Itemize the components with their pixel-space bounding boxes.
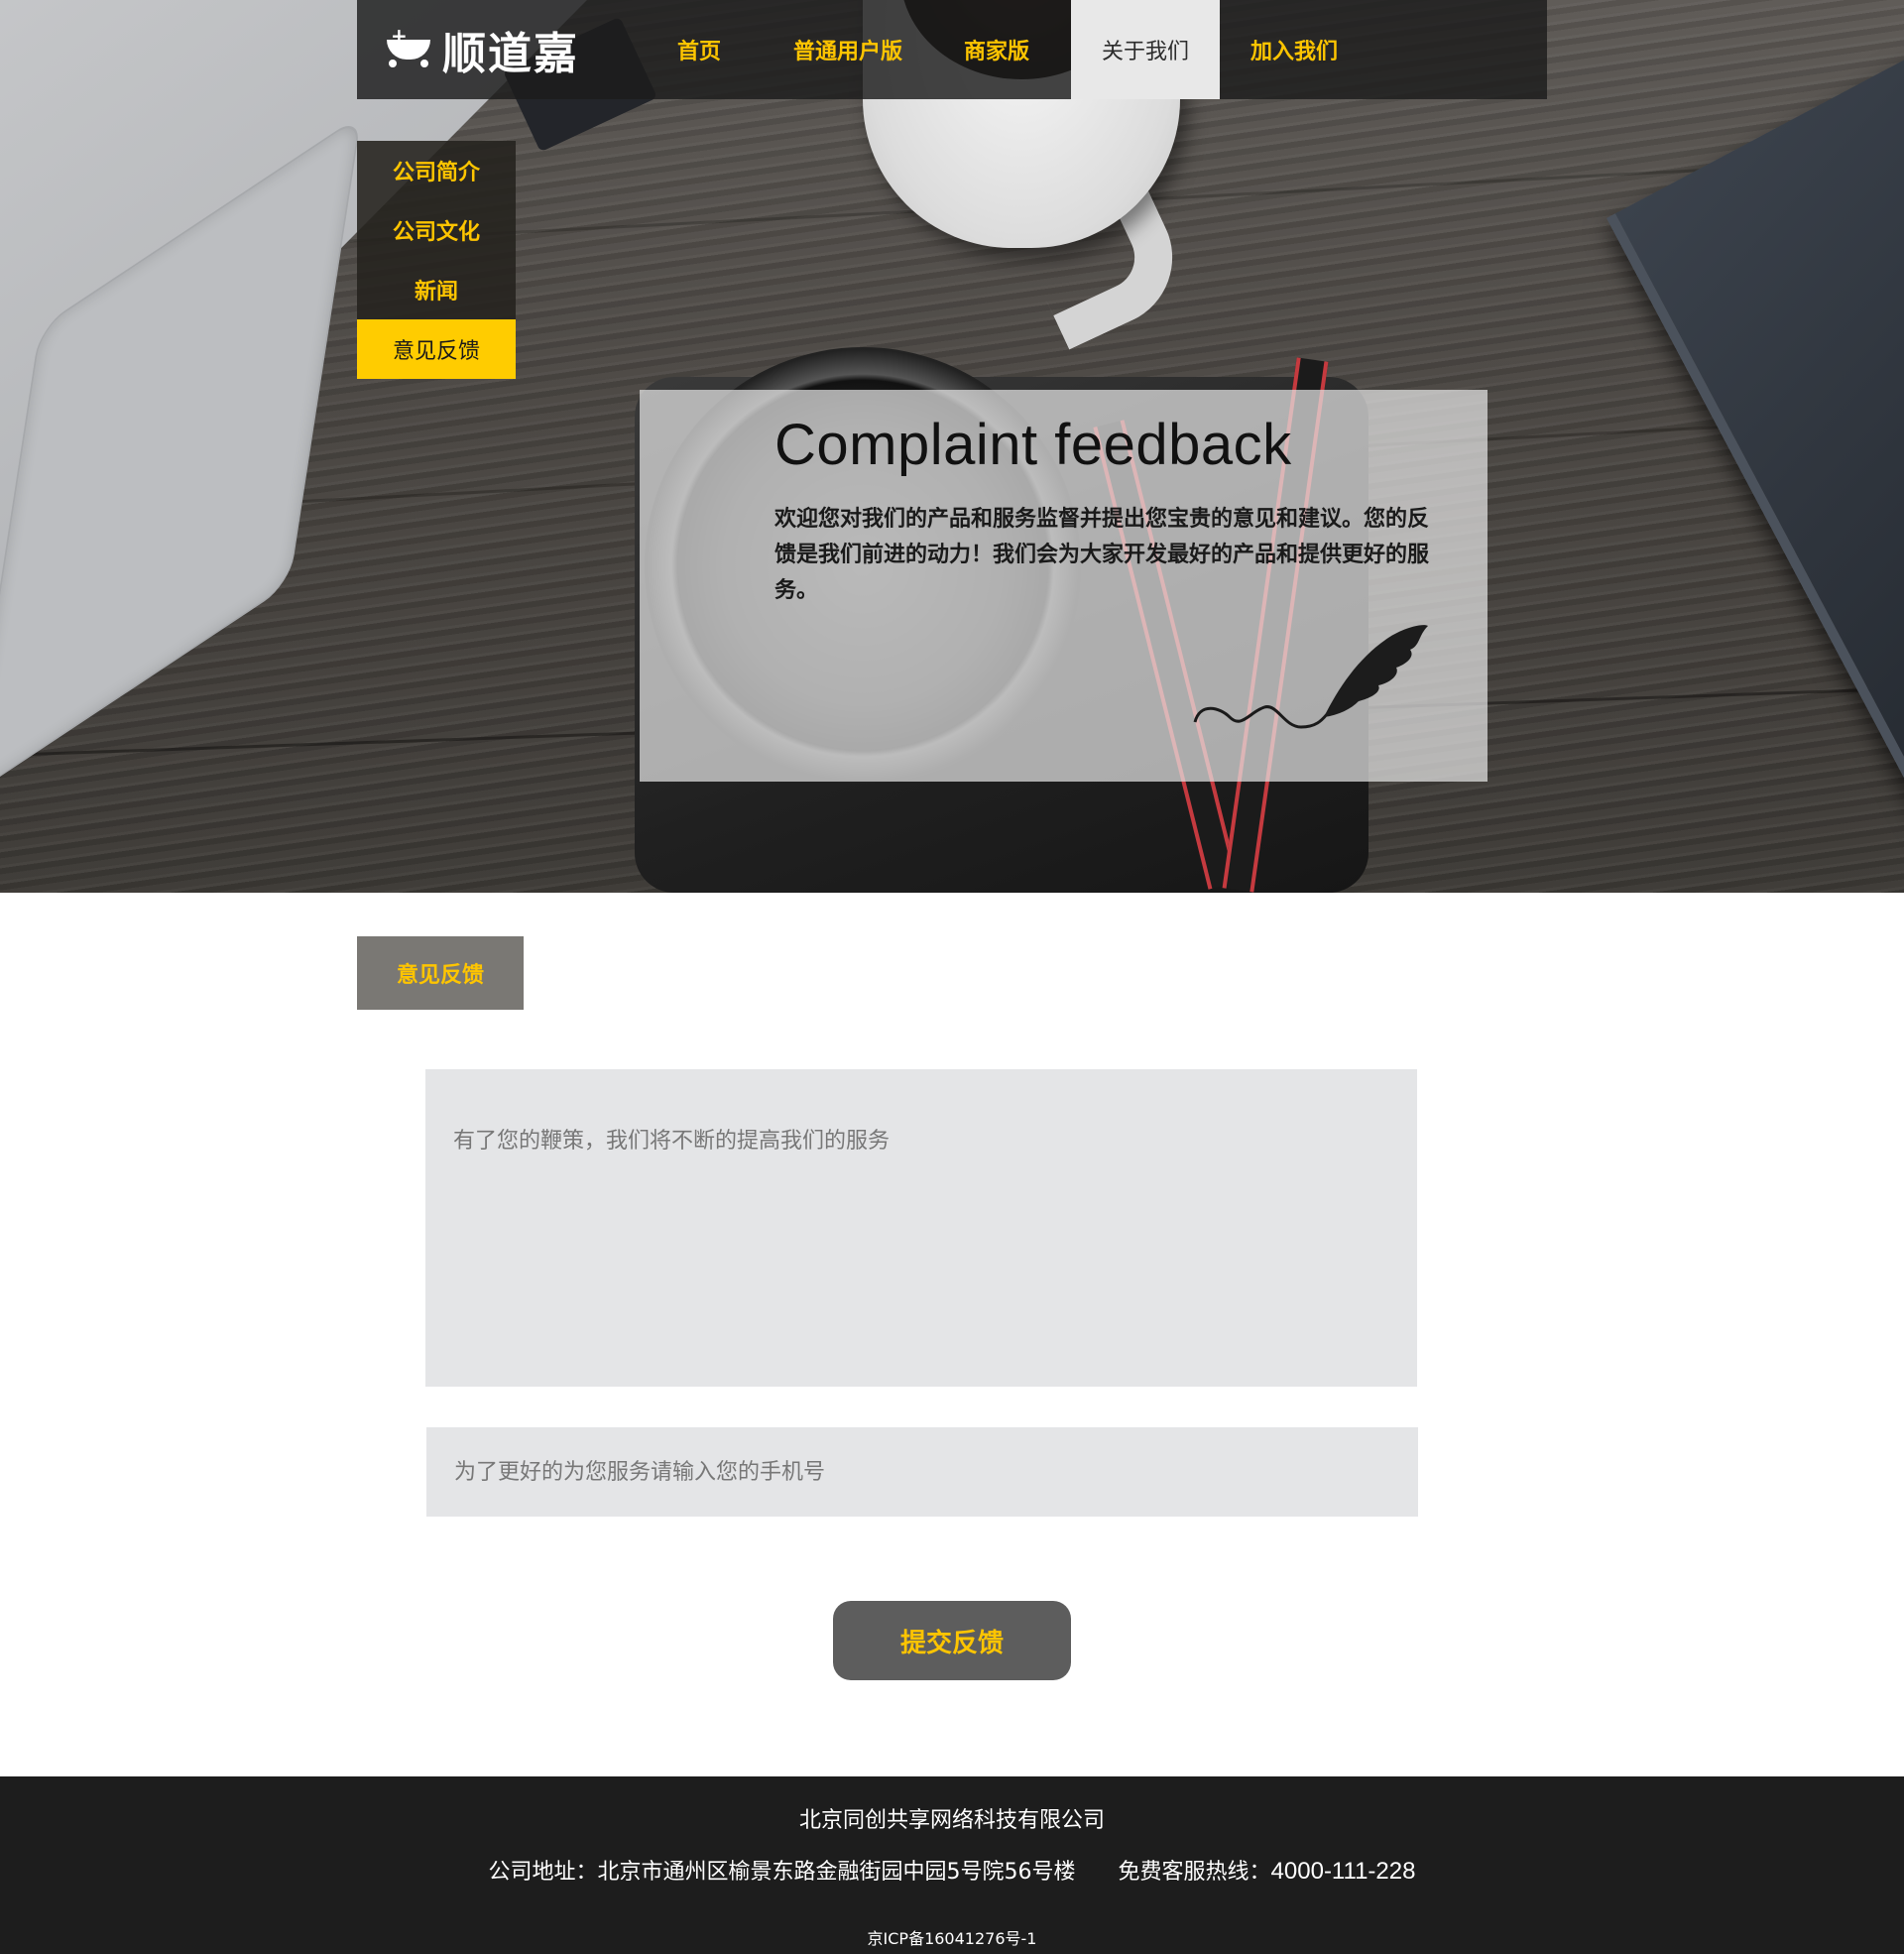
submenu-item-company-profile[interactable]: 公司简介 — [357, 141, 516, 200]
footer-address: 公司地址：北京市通州区榆景东路金融街园中园5号院56号楼 — [488, 1860, 1076, 1885]
logo-dot-shape — [389, 60, 397, 67]
submenu-item-feedback[interactable]: 意见反馈 — [357, 319, 516, 379]
footer-hotline-number[interactable]: 4000-111-228 — [1271, 1858, 1416, 1885]
section-tab-feedback[interactable]: 意见反馈 — [357, 936, 524, 1010]
submenu-item-company-culture[interactable]: 公司文化 — [357, 200, 516, 260]
nav-item-join-us[interactable]: 加入我们 — [1220, 0, 1368, 99]
phone-input[interactable] — [426, 1427, 1418, 1517]
feedback-textarea[interactable] — [425, 1069, 1417, 1387]
footer-hotline-label: 免费客服热线： — [1118, 1860, 1271, 1885]
hero-title: Complaint feedback — [774, 413, 1292, 477]
logo[interactable]: + 顺道嘉 — [357, 0, 625, 99]
hero-card: Complaint feedback 欢迎您对我们的产品和服务监督并提出您宝贵的… — [640, 390, 1488, 782]
laptop-keyboard-image — [0, 0, 298, 99]
nav-item-merchant-version[interactable]: 商家版 — [922, 0, 1071, 99]
quill-pen-icon — [1193, 625, 1428, 729]
notebook-image — [1606, 0, 1904, 893]
footer-icp[interactable]: 京ICP备16041276号-1 — [0, 1925, 1904, 1949]
submenu-item-news[interactable]: 新闻 — [357, 260, 516, 319]
hero-description: 欢迎您对我们的产品和服务监督并提出您宝贵的意见和建议。您的反馈是我们前进的动力！… — [774, 507, 1430, 603]
nav-item-about-us[interactable]: 关于我们 — [1071, 0, 1220, 99]
nav-item-home[interactable]: 首页 — [625, 0, 774, 99]
top-navigation: + 顺道嘉 首页 普通用户版 商家版 关于我们 加入我们 — [357, 0, 1547, 99]
logo-text: 顺道嘉 — [442, 29, 579, 79]
logo-dot-shape — [420, 60, 428, 67]
about-submenu: 公司简介 公司文化 新闻 意见反馈 — [357, 141, 516, 379]
footer-contact-line: 公司地址：北京市通州区榆景东路金融街园中园5号院56号楼 免费客服热线：4000… — [0, 1854, 1904, 1886]
footer-company-name: 北京同创共享网络科技有限公司 — [798, 1808, 1105, 1833]
nav-item-user-version[interactable]: 普通用户版 — [774, 0, 922, 99]
footer: 北京同创共享网络科技有限公司 公司地址：北京市通州区榆景东路金融街园中园5号院5… — [0, 1776, 1904, 1954]
submit-feedback-button[interactable]: 提交反馈 — [833, 1601, 1071, 1680]
logo-mark-icon: + — [387, 26, 438, 71]
logo-bowl-shape — [387, 40, 430, 60]
